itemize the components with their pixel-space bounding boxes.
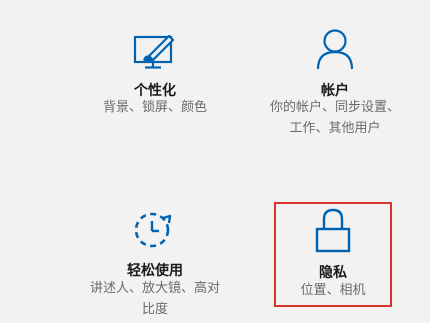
personalization-icon bbox=[133, 34, 175, 69]
personalization-desc-line: 背景、锁屏、颜色 bbox=[102, 100, 207, 115]
settings-tile-ease-of-access[interactable]: 轻松使用 讲述人、放大镜、高对 比度 bbox=[75, 195, 235, 323]
ease-of-access-desc-line-2: 比度 bbox=[141, 302, 168, 317]
privacy-title: 隐私 bbox=[319, 265, 347, 281]
accounts-desc: 你的帐户、同步设置、 工作、其他用户 bbox=[255, 97, 415, 139]
lock-icon bbox=[315, 208, 351, 253]
privacy-desc-line: 位置、相机 bbox=[300, 283, 366, 298]
accounts-desc-line-1: 你的帐户、同步设置、 bbox=[269, 100, 400, 115]
personalization-desc: 背景、锁屏、颜色 bbox=[80, 97, 230, 118]
person-icon bbox=[316, 29, 354, 70]
settings-tile-privacy[interactable]: 隐私 位置、相机 bbox=[274, 202, 392, 305]
ease-of-access-icon bbox=[134, 212, 172, 248]
settings-tile-personalization[interactable]: 个性化 背景、锁屏、颜色 bbox=[80, 0, 230, 150]
ease-of-access-desc: 讲述人、放大镜、高对 比度 bbox=[75, 278, 235, 320]
settings-tile-accounts[interactable]: 帐户 你的帐户、同步设置、 工作、其他用户 bbox=[255, 0, 415, 150]
accounts-desc-line-2: 工作、其他用户 bbox=[289, 121, 381, 136]
ease-of-access-title: 轻松使用 bbox=[127, 263, 183, 279]
ease-of-access-desc-line-1: 讲述人、放大镜、高对 bbox=[89, 281, 220, 296]
privacy-desc: 位置、相机 bbox=[274, 280, 392, 301]
